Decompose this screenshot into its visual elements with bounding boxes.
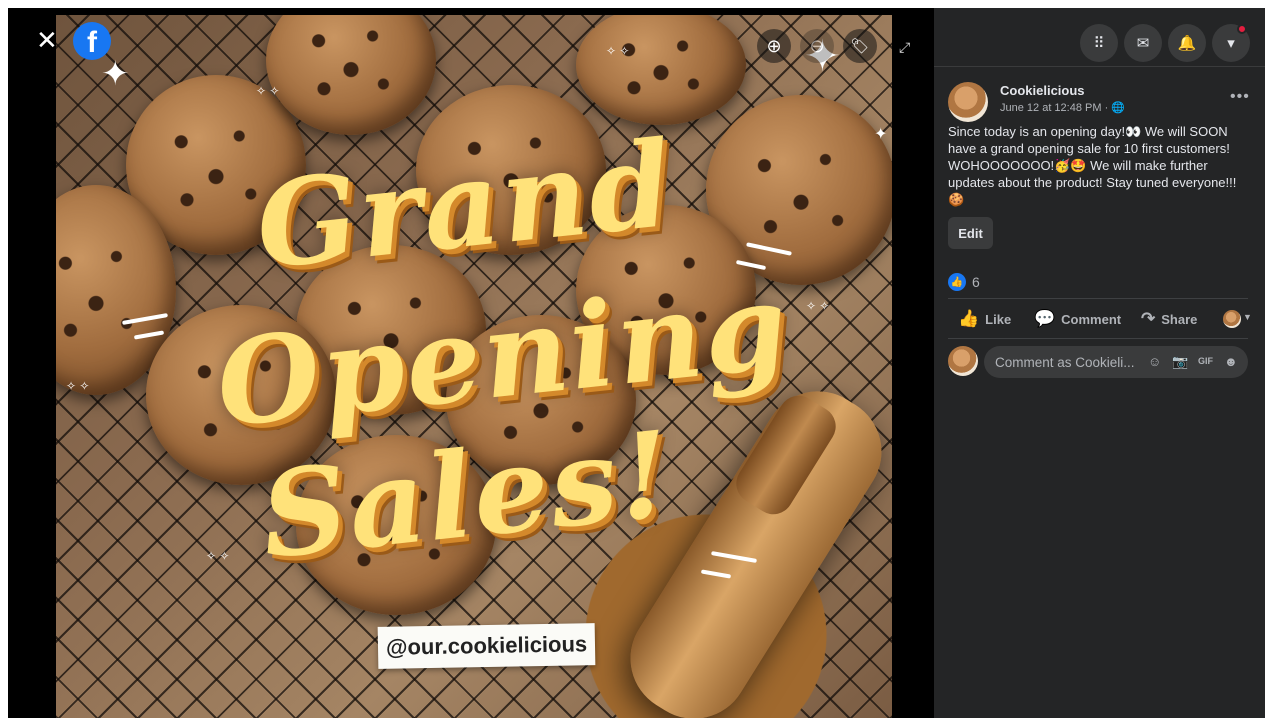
sparkle-icon: ✦ — [874, 126, 888, 143]
cookie-image — [416, 85, 606, 255]
notifications-icon[interactable]: 🔔 — [1168, 24, 1206, 62]
sparkle-icon: ✧ ✧ — [66, 379, 90, 393]
rolling-pin-image — [609, 370, 892, 718]
instagram-handle-label: @our.cookielicious — [377, 623, 596, 669]
like-reaction-icon: 👍 — [948, 273, 966, 291]
messenger-icon[interactable]: ✉ — [1124, 24, 1162, 62]
post-author-name[interactable]: Cookielicious — [1000, 83, 1085, 98]
sparkle-icon: ✧ ✧ — [256, 84, 280, 98]
comment-button[interactable]: 💬 Comment — [1034, 308, 1121, 330]
react-as-avatar[interactable] — [1223, 310, 1241, 328]
cookie-image — [446, 315, 636, 485]
comment-bubble-icon: 💬 — [1034, 309, 1056, 328]
facebook-logo-icon[interactable]: f — [73, 22, 111, 60]
divider — [948, 338, 1248, 339]
cookie-image — [146, 305, 336, 485]
sticker-icon[interactable]: ☻ — [1224, 354, 1238, 369]
sparkle-icon: ✧ ✧ — [606, 44, 630, 58]
commenter-avatar[interactable] — [948, 346, 978, 376]
comment-box[interactable]: ☺ 📷 GIF ☻ — [984, 346, 1248, 378]
menu-grid-icon[interactable]: ⠿ — [1080, 24, 1118, 62]
sparkle-icon: ✦ — [101, 55, 130, 93]
author-avatar[interactable] — [948, 82, 988, 122]
cookie-image — [296, 435, 496, 615]
photo-viewer-window: Grand Opening Sales! ✦ ✦ ✦ ✧ ✧ ✧ ✧ ✧ ✧ ✧… — [8, 8, 1265, 718]
like-label: Like — [985, 311, 1012, 327]
gif-icon[interactable]: GIF — [1198, 356, 1213, 366]
like-button[interactable]: 👍 Like — [958, 308, 1011, 330]
photo-viewer: Grand Opening Sales! ✦ ✦ ✦ ✧ ✧ ✧ ✧ ✧ ✧ ✧… — [8, 8, 933, 718]
post-photo[interactable]: Grand Opening Sales! ✦ ✦ ✦ ✧ ✧ ✧ ✧ ✧ ✧ ✧… — [56, 15, 892, 718]
thumbs-up-icon: 👍 — [958, 309, 980, 328]
share-arrow-icon: ↷ — [1141, 309, 1156, 328]
share-button[interactable]: ↷ Share — [1141, 308, 1197, 330]
post-side-panel: ⠿ ✉ 🔔 ▾ Cookielicious June 12 at 12:48 P… — [934, 8, 1265, 718]
zoom-in-icon[interactable]: ⊕ — [757, 29, 791, 63]
zoom-out-icon[interactable]: ⊖ — [800, 29, 834, 63]
tag-icon[interactable]: 🏷 — [843, 29, 877, 63]
emoji-icon[interactable]: ☺ — [1148, 354, 1161, 369]
more-options-icon[interactable]: ••• — [1230, 88, 1250, 106]
close-icon[interactable]: ✕ — [36, 27, 58, 53]
top-bar: ⠿ ✉ 🔔 ▾ — [934, 8, 1265, 67]
sparkle-icon: ✧ ✧ — [806, 299, 830, 313]
divider — [948, 298, 1248, 299]
share-label: Share — [1161, 311, 1198, 327]
comment-label: Comment — [1061, 311, 1122, 327]
comment-input[interactable] — [995, 354, 1145, 370]
fullscreen-icon[interactable]: ⤢ — [899, 39, 910, 56]
notification-badge — [1237, 24, 1247, 34]
reaction-count: 6 — [972, 274, 980, 290]
sparkle-icon: ✧ ✧ — [206, 549, 230, 563]
cookie-image — [576, 15, 746, 125]
chevron-down-icon[interactable]: ▼ — [1243, 312, 1252, 322]
post-body-text: Since today is an opening day!👀 We will … — [948, 124, 1237, 207]
camera-icon[interactable]: 📷 — [1172, 354, 1188, 370]
edit-button[interactable]: Edit — [948, 217, 993, 249]
post-timestamp[interactable]: June 12 at 12:48 PM · 🌐 — [1000, 101, 1125, 114]
reaction-summary[interactable]: 👍 6 — [948, 273, 980, 291]
